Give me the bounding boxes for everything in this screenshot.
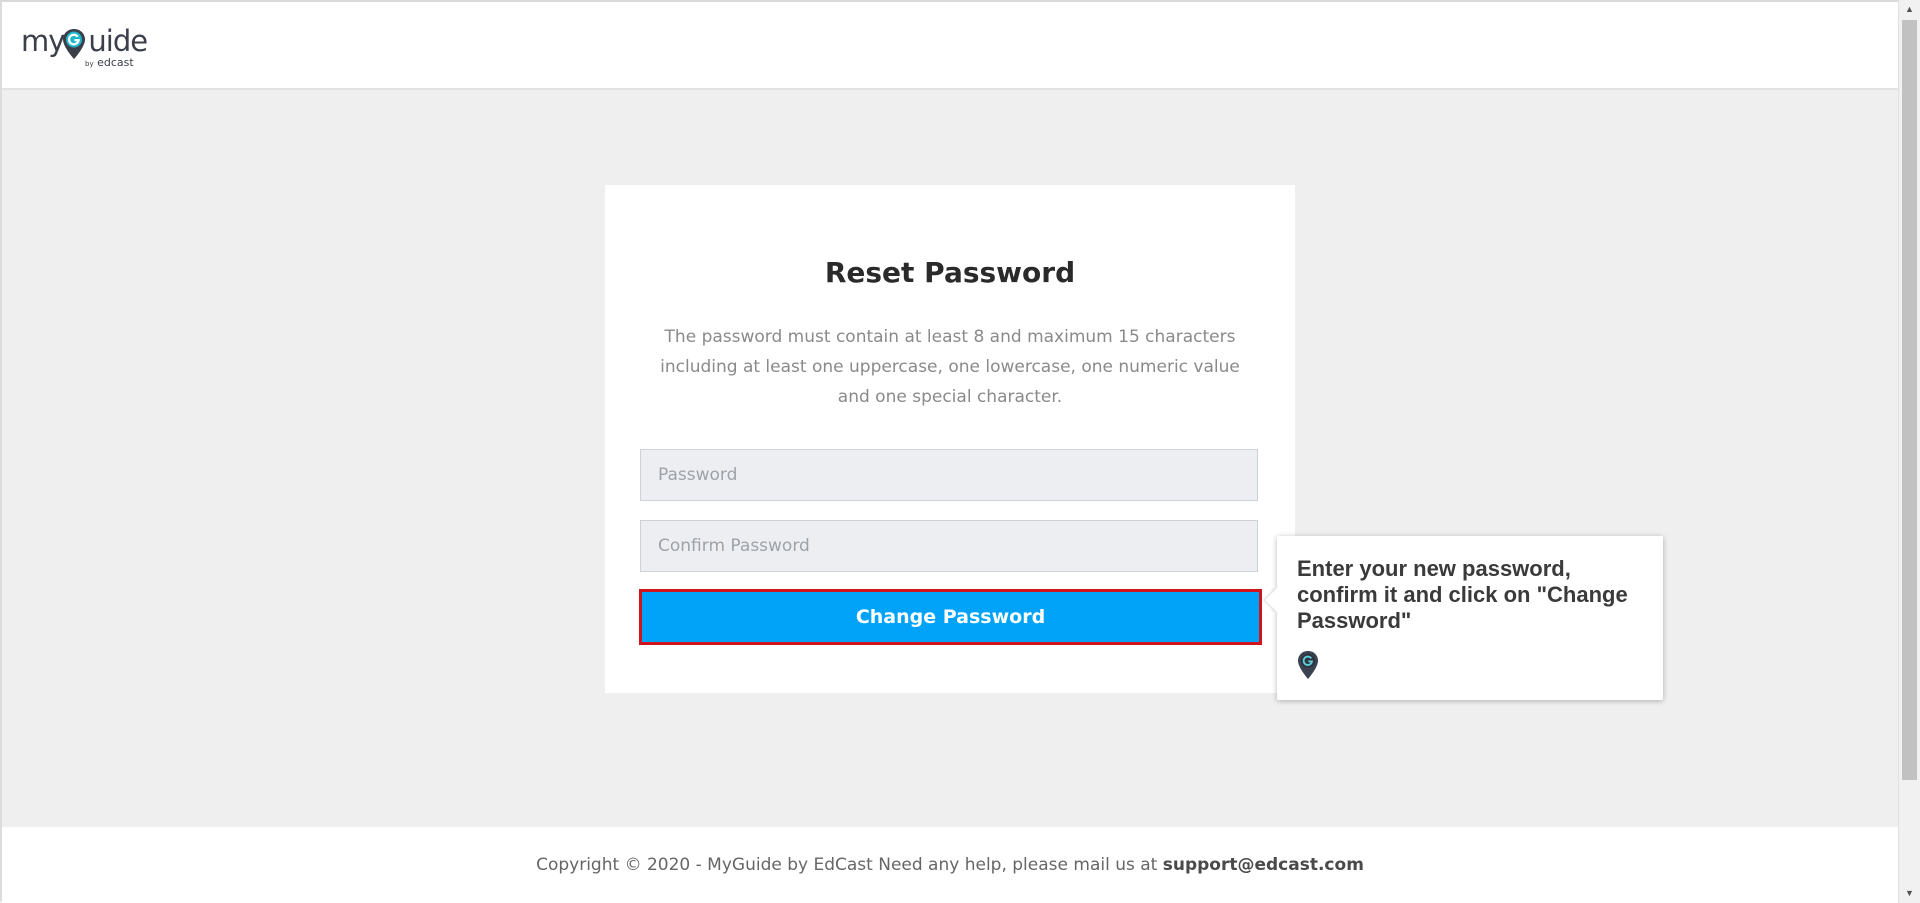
logo-by-edcast: by edcast bbox=[85, 56, 134, 69]
password-input[interactable] bbox=[640, 449, 1258, 501]
change-password-button[interactable]: Change Password bbox=[642, 592, 1259, 642]
tooltip-message: Enter your new password, confirm it and … bbox=[1297, 556, 1628, 633]
reset-password-card: Reset Password The password must contain… bbox=[605, 185, 1295, 693]
tooltip-arrow bbox=[1265, 588, 1277, 612]
logo-text-uide: uide bbox=[88, 24, 148, 58]
guide-highlight-border: Change Password bbox=[639, 589, 1262, 645]
guide-tooltip: Enter your new password, confirm it and … bbox=[1265, 536, 1663, 700]
footer-copyright-text: Copyright © 2020 - MyGuide by EdCast Nee… bbox=[536, 855, 1163, 875]
logo-pin-icon bbox=[63, 29, 85, 59]
myguide-pin-icon[interactable] bbox=[1297, 650, 1319, 680]
confirm-password-input[interactable] bbox=[640, 520, 1258, 572]
top-header: my uide by edcast bbox=[2, 2, 1898, 90]
logo-by-text: by bbox=[85, 60, 94, 68]
logo-text-my: my bbox=[21, 24, 65, 58]
support-email-link[interactable]: support@edcast.com bbox=[1163, 855, 1364, 875]
password-requirements-text: The password must contain at least 8 and… bbox=[660, 327, 1240, 407]
vertical-scrollbar[interactable]: ▲ ▼ bbox=[1898, 0, 1920, 903]
myguide-logo[interactable]: my uide by edcast bbox=[21, 24, 148, 72]
scroll-down-arrow-icon[interactable]: ▼ bbox=[1899, 884, 1920, 902]
scrollbar-thumb[interactable] bbox=[1902, 20, 1917, 780]
scroll-up-arrow-icon[interactable]: ▲ bbox=[1899, 0, 1920, 18]
footer-copyright: Copyright © 2020 - MyGuide by EdCast Nee… bbox=[2, 855, 1898, 875]
page-title: Reset Password bbox=[824, 256, 1076, 289]
logo-edcast-text: edcast bbox=[97, 56, 134, 69]
page-footer: Copyright © 2020 - MyGuide by EdCast Nee… bbox=[2, 827, 1898, 903]
